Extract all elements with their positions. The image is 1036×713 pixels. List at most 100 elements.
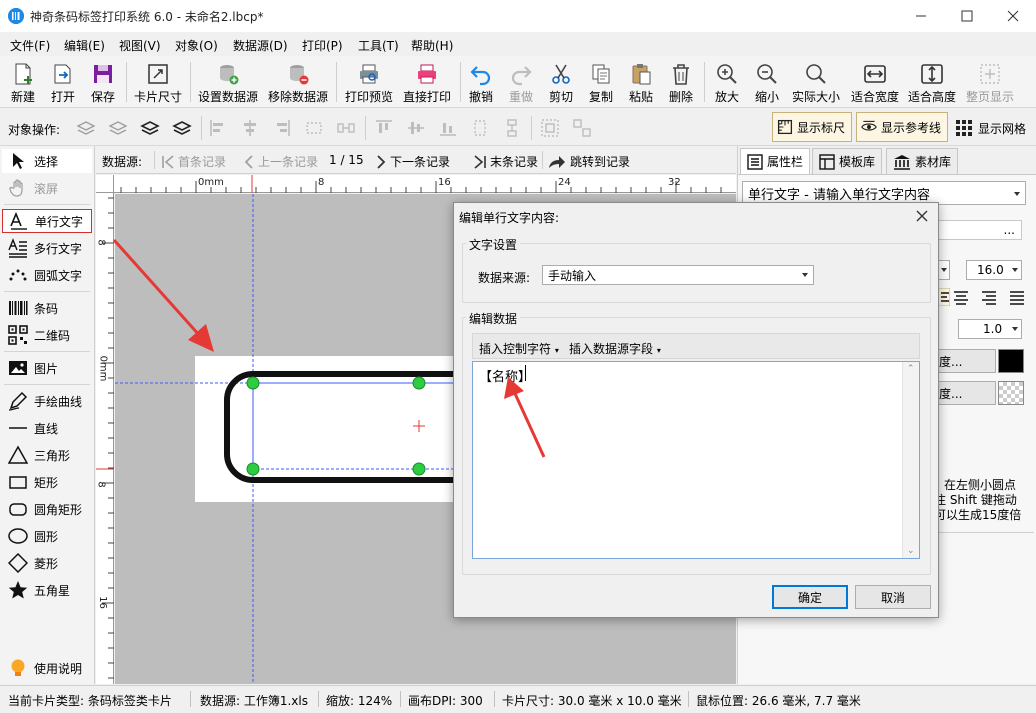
- tool-multi-line-text[interactable]: 多行文字: [2, 236, 92, 260]
- distribute-v-icon[interactable]: [470, 118, 490, 138]
- dialog-close-icon[interactable]: [914, 208, 930, 224]
- print-preview-button[interactable]: 打印预览: [340, 60, 398, 106]
- insert-control-char-button[interactable]: 插入控制字符 ▾: [479, 340, 559, 357]
- tab-properties[interactable]: 属性栏: [740, 148, 811, 174]
- text-color-swatch[interactable]: [998, 349, 1024, 373]
- show-grid-toggle[interactable]: 显示网格: [954, 118, 1026, 138]
- layer-bottom-icon[interactable]: [76, 118, 96, 138]
- tool-barcode[interactable]: 条码: [2, 296, 92, 320]
- ungroup-icon[interactable]: [572, 118, 592, 138]
- show-guides-toggle[interactable]: 显示参考线: [856, 112, 948, 142]
- menu-object[interactable]: 对象(O): [175, 37, 218, 54]
- maximize-button[interactable]: [944, 0, 990, 32]
- tab-materials[interactable]: 素材库: [886, 148, 959, 174]
- zoom-in-button[interactable]: 放大: [708, 60, 746, 106]
- editor-scrollbar[interactable]: ⌃ ⌄: [902, 362, 919, 558]
- first-record-button[interactable]: 首条记录: [162, 153, 226, 170]
- tab-templates[interactable]: 模板库: [812, 148, 883, 174]
- font-size-stepper[interactable]: 16.0: [966, 260, 1022, 280]
- justify-text-icon[interactable]: [1008, 288, 1026, 306]
- tool-rectangle[interactable]: 矩形: [2, 470, 92, 494]
- new-button[interactable]: 新建: [4, 60, 42, 106]
- minimize-button[interactable]: [898, 0, 944, 32]
- selection-handle[interactable]: [246, 376, 260, 390]
- fit-height-button[interactable]: 适合高度: [904, 60, 960, 106]
- delete-button[interactable]: 删除: [664, 60, 698, 106]
- font-name-select-edge[interactable]: [938, 260, 950, 280]
- layer-down-icon[interactable]: [108, 118, 128, 138]
- align-bottom-icon[interactable]: [438, 118, 458, 138]
- prev-record-button[interactable]: 上一条记录: [244, 153, 318, 170]
- background-color-button[interactable]: 度...: [936, 381, 996, 405]
- tool-freehand[interactable]: 手绘曲线: [2, 389, 92, 413]
- full-page-button[interactable]: 整页显示: [962, 60, 1018, 106]
- scroll-up-icon[interactable]: ⌃: [907, 364, 915, 374]
- next-record-button[interactable]: 下一条记录: [376, 153, 450, 170]
- menu-view[interactable]: 视图(V): [119, 37, 161, 54]
- fit-width-button[interactable]: 适合宽度: [848, 60, 902, 106]
- close-window-button[interactable]: [990, 0, 1036, 32]
- tool-line[interactable]: 直线: [2, 416, 92, 440]
- selection-handle[interactable]: [412, 462, 426, 476]
- card-size-button[interactable]: 卡片尺寸: [130, 60, 186, 106]
- selection-handle[interactable]: [412, 376, 426, 390]
- property-field[interactable]: ...: [938, 220, 1022, 240]
- tool-rounded-rectangle[interactable]: 圆角矩形: [2, 497, 92, 521]
- tool-image[interactable]: 图片: [2, 356, 92, 380]
- set-datasource-button[interactable]: 设置数据源: [194, 60, 262, 106]
- goto-record-button[interactable]: 跳转到记录: [548, 153, 630, 170]
- show-ruler-toggle[interactable]: 显示标尺: [772, 112, 852, 142]
- actual-size-button[interactable]: 实际大小: [788, 60, 844, 106]
- align-right-text-icon[interactable]: [980, 288, 998, 306]
- insert-datasource-field-button[interactable]: 插入数据源字段 ▾: [569, 340, 661, 357]
- menu-tools[interactable]: 工具(T): [358, 37, 399, 54]
- tool-select[interactable]: 选择: [2, 149, 92, 173]
- align-left-text-icon[interactable]: [938, 288, 950, 306]
- selection-handle[interactable]: [246, 462, 260, 476]
- align-top-icon[interactable]: [374, 118, 394, 138]
- redo-button[interactable]: 重做: [504, 60, 538, 106]
- cancel-button[interactable]: 取消: [855, 585, 931, 609]
- menu-file[interactable]: 文件(F): [10, 37, 50, 54]
- layer-top-icon[interactable]: [172, 118, 192, 138]
- tool-qrcode[interactable]: 二维码: [2, 323, 92, 347]
- ok-button[interactable]: 确定: [772, 585, 848, 609]
- distribute-h-icon[interactable]: [304, 118, 324, 138]
- menu-help[interactable]: 帮助(H): [411, 37, 453, 54]
- last-record-button[interactable]: 末条记录: [474, 153, 538, 170]
- same-height-icon[interactable]: [502, 118, 522, 138]
- tool-star[interactable]: 五角星: [2, 578, 92, 602]
- line-spacing-stepper[interactable]: 1.0: [958, 319, 1022, 339]
- data-source-select[interactable]: 手动输入: [542, 265, 814, 285]
- remove-datasource-button[interactable]: 移除数据源: [264, 60, 332, 106]
- tool-ellipse[interactable]: 圆形: [2, 524, 92, 548]
- menu-datasource[interactable]: 数据源(D): [233, 37, 288, 54]
- copy-button[interactable]: 复制: [584, 60, 618, 106]
- paste-button[interactable]: 粘贴: [624, 60, 658, 106]
- same-width-icon[interactable]: [336, 118, 356, 138]
- tool-single-line-text[interactable]: 单行文字: [2, 209, 92, 233]
- align-right-icon[interactable]: [272, 118, 292, 138]
- scroll-down-icon[interactable]: ⌄: [907, 546, 915, 556]
- direct-print-button[interactable]: 直接打印: [400, 60, 454, 106]
- open-button[interactable]: 打开: [44, 60, 82, 106]
- menu-print[interactable]: 打印(P): [302, 37, 343, 54]
- menu-edit[interactable]: 编辑(E): [64, 37, 105, 54]
- align-center-h-icon[interactable]: [240, 118, 260, 138]
- tool-diamond[interactable]: 菱形: [2, 551, 92, 575]
- help-instructions-button[interactable]: 使用说明: [2, 656, 92, 680]
- group-icon[interactable]: [540, 118, 560, 138]
- tool-scroll[interactable]: 滚屏: [2, 176, 92, 200]
- undo-button[interactable]: 撤销: [464, 60, 498, 106]
- save-button[interactable]: 保存: [84, 60, 122, 106]
- tool-triangle[interactable]: 三角形: [2, 443, 92, 467]
- cut-button[interactable]: 剪切: [544, 60, 578, 106]
- layer-up-icon[interactable]: [140, 118, 160, 138]
- text-color-button[interactable]: 度...: [936, 349, 996, 373]
- tool-arc-text[interactable]: 圆弧文字: [2, 263, 92, 287]
- align-center-text-icon[interactable]: [952, 288, 970, 306]
- align-middle-v-icon[interactable]: [406, 118, 426, 138]
- align-left-icon[interactable]: [208, 118, 228, 138]
- transparent-color-swatch[interactable]: [998, 381, 1024, 405]
- zoom-out-button[interactable]: 缩小: [748, 60, 786, 106]
